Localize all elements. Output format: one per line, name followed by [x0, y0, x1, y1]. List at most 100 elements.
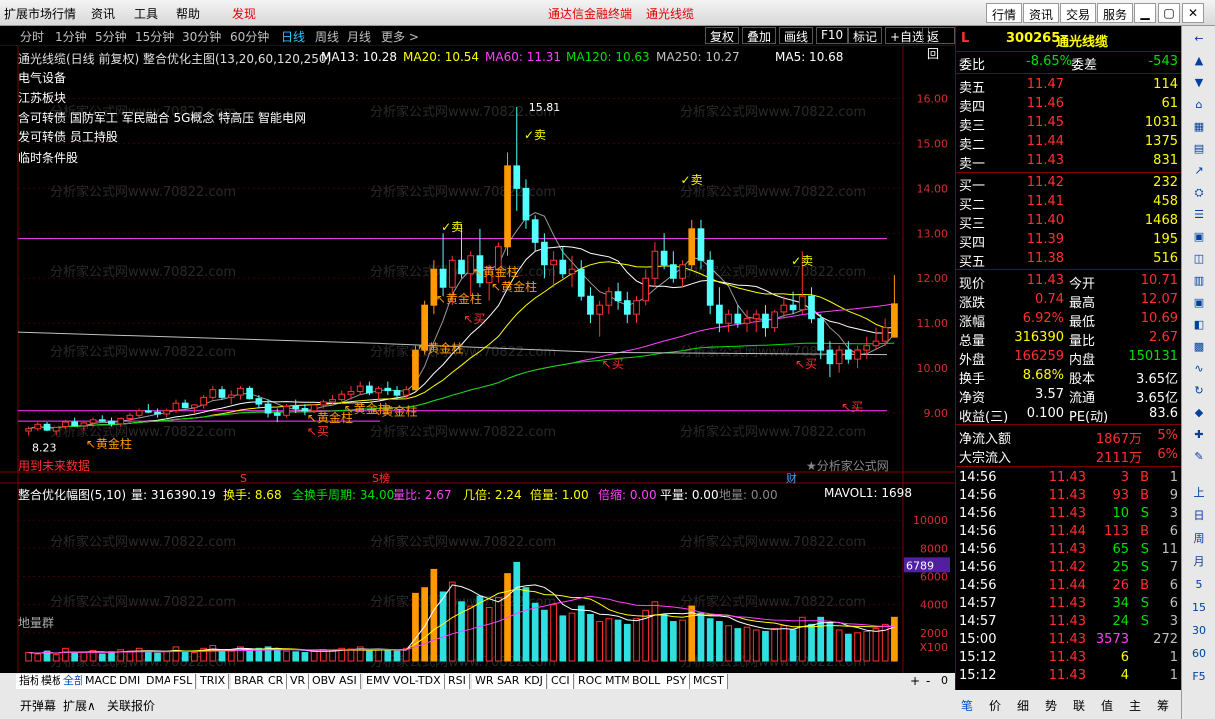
- candle-body: [522, 187, 530, 221]
- flow-value: 1867万: [1095, 432, 1142, 447]
- toolbar-icon[interactable]: ▣: [1189, 294, 1209, 312]
- tick-count: 6: [1169, 596, 1178, 611]
- indicator-tab[interactable]: BRAR: [231, 674, 268, 689]
- period-tab[interactable]: 周线: [315, 28, 339, 45]
- menu-news[interactable]: 资讯: [91, 5, 115, 22]
- indicator-tab[interactable]: PSY: [663, 674, 691, 689]
- toolbar-icon[interactable]: ←: [1189, 30, 1209, 48]
- toolbar-icon[interactable]: ▼: [1189, 74, 1209, 92]
- period-tab[interactable]: 60分钟: [230, 28, 269, 45]
- f10-button[interactable]: F10: [816, 27, 849, 44]
- service-button[interactable]: 服务: [1097, 3, 1134, 23]
- period-shortcut-icon[interactable]: 上: [1189, 484, 1209, 502]
- zoom-out-icon[interactable]: -: [926, 674, 930, 688]
- quotes-button[interactable]: 行情: [986, 3, 1023, 23]
- indicator-tab[interactable]: CCI: [548, 674, 574, 689]
- back-button[interactable]: 返回: [922, 27, 955, 61]
- quote-tab[interactable]: 势: [1045, 697, 1057, 714]
- period-shortcut-icon[interactable]: F5: [1189, 668, 1209, 686]
- volume-bar: [448, 581, 456, 662]
- indicator-tab[interactable]: BOLL: [629, 674, 665, 689]
- toolbar-icon[interactable]: ☰: [1189, 206, 1209, 224]
- indicator-tab[interactable]: VR: [287, 674, 310, 689]
- mark-button[interactable]: 标记: [848, 27, 883, 44]
- minimize-icon[interactable]: ▁: [1134, 3, 1156, 23]
- toolbar-icon[interactable]: ✚: [1189, 426, 1209, 444]
- toolbar-icon[interactable]: ⛭: [1189, 184, 1209, 202]
- buy-signal: ↖买: [841, 400, 863, 414]
- period-tab-more[interactable]: 更多 >: [381, 28, 419, 45]
- zoom-in-icon[interactable]: +: [910, 674, 920, 688]
- toolbar-icon[interactable]: ◆: [1189, 404, 1209, 422]
- price-tick-label: 14.00: [917, 182, 949, 195]
- indicator-tab[interactable]: KDJ: [521, 674, 547, 689]
- close-icon[interactable]: ✕: [1182, 3, 1204, 23]
- news-button[interactable]: 资讯: [1023, 3, 1060, 23]
- bottom-tab[interactable]: 扩展∧: [63, 697, 96, 714]
- menu-discover[interactable]: 发现: [232, 5, 256, 22]
- toolbar-icon[interactable]: ⌂: [1189, 96, 1209, 114]
- period-tab-daily[interactable]: 日线: [281, 28, 305, 45]
- quote-tab[interactable]: 笔: [961, 697, 973, 714]
- indicator-tab[interactable]: ASI: [336, 674, 361, 689]
- buy-level-label: 买一: [959, 179, 986, 194]
- stat-value: 0.74: [1035, 292, 1064, 307]
- period-shortcut-icon[interactable]: 5: [1189, 576, 1209, 594]
- period-tab[interactable]: 1分钟: [55, 28, 87, 45]
- toolbar-icon[interactable]: ▣: [1189, 228, 1209, 246]
- period-shortcut-icon[interactable]: 60: [1189, 645, 1209, 663]
- period-shortcut-icon[interactable]: 15: [1189, 599, 1209, 617]
- indicator-tab[interactable]: TRIX: [197, 674, 230, 689]
- period-shortcut-icon[interactable]: 周: [1189, 530, 1209, 548]
- stat-value: 0.100: [1026, 406, 1064, 421]
- menu-tools[interactable]: 工具: [134, 5, 158, 22]
- toolbar-icon[interactable]: ✎: [1189, 448, 1209, 466]
- toolbar-icon[interactable]: ▲: [1189, 52, 1209, 70]
- indicator-tab[interactable]: VOL-TDX: [390, 674, 445, 689]
- toolbar-icon[interactable]: ↗: [1189, 162, 1209, 180]
- trade-button[interactable]: 交易: [1060, 3, 1097, 23]
- period-tab[interactable]: 月线: [347, 28, 371, 45]
- indicator-tab[interactable]: OBV: [309, 674, 340, 689]
- tick-count: 1: [1169, 668, 1178, 683]
- toolbar-icon[interactable]: ▥: [1189, 272, 1209, 290]
- toolbar-icon[interactable]: ∿: [1189, 360, 1209, 378]
- period-shortcut-icon[interactable]: 日: [1189, 507, 1209, 525]
- period-tab[interactable]: 15分钟: [135, 28, 174, 45]
- bottom-tab[interactable]: 开弹幕: [20, 697, 56, 714]
- quote-tab[interactable]: 细: [1017, 697, 1029, 714]
- indicator-tab[interactable]: CR: [265, 674, 288, 689]
- quote-tab[interactable]: 联: [1073, 697, 1085, 714]
- toolbar-icon[interactable]: ▤: [1189, 140, 1209, 158]
- quote-tab[interactable]: 筹: [1157, 697, 1169, 714]
- overlay-button[interactable]: 叠加: [742, 27, 777, 44]
- toolbar-icon[interactable]: ▩: [1189, 338, 1209, 356]
- menu-extended-market[interactable]: 扩展市场行情: [4, 5, 76, 22]
- toolbar-icon[interactable]: ↻: [1189, 382, 1209, 400]
- period-tab[interactable]: 5分钟: [95, 28, 127, 45]
- indicator-tab[interactable]: FSL: [170, 674, 197, 689]
- toolbar-icon[interactable]: ◫: [1189, 250, 1209, 268]
- zoom-reset-icon[interactable]: 0: [941, 674, 948, 687]
- indicator-tab[interactable]: SAR: [494, 674, 524, 689]
- menu-help[interactable]: 帮助: [176, 5, 200, 22]
- period-tab[interactable]: 30分钟: [182, 28, 221, 45]
- quote-tab[interactable]: 值: [1101, 697, 1113, 714]
- toolbar-icon[interactable]: ◧: [1189, 316, 1209, 334]
- period-shortcut-icon[interactable]: 30: [1189, 622, 1209, 640]
- toolbar-icon[interactable]: ▦: [1189, 118, 1209, 136]
- indicator-tab[interactable]: RSI: [445, 674, 470, 689]
- draw-line-button[interactable]: 画线: [779, 27, 814, 44]
- bottom-tab[interactable]: 关联报价: [107, 697, 155, 714]
- quote-tab[interactable]: 价: [989, 697, 1001, 714]
- maximize-icon[interactable]: ▢: [1158, 3, 1180, 23]
- multiple-value: 几倍: 2.24: [463, 488, 522, 502]
- quote-tab[interactable]: 主: [1129, 697, 1141, 714]
- indicator-tab[interactable]: DMI: [116, 674, 145, 689]
- indicator-tab[interactable]: MCST: [690, 674, 728, 689]
- restore-rights-button[interactable]: 复权: [705, 27, 740, 44]
- period-tab[interactable]: 分时: [20, 28, 44, 45]
- kline-chart[interactable]: 16.00 15.00 14.00 13.00 12.00 11.00 10.00 9.00 分…: [0, 46, 955, 673]
- candle-body: [448, 259, 456, 288]
- period-shortcut-icon[interactable]: 月: [1189, 553, 1209, 571]
